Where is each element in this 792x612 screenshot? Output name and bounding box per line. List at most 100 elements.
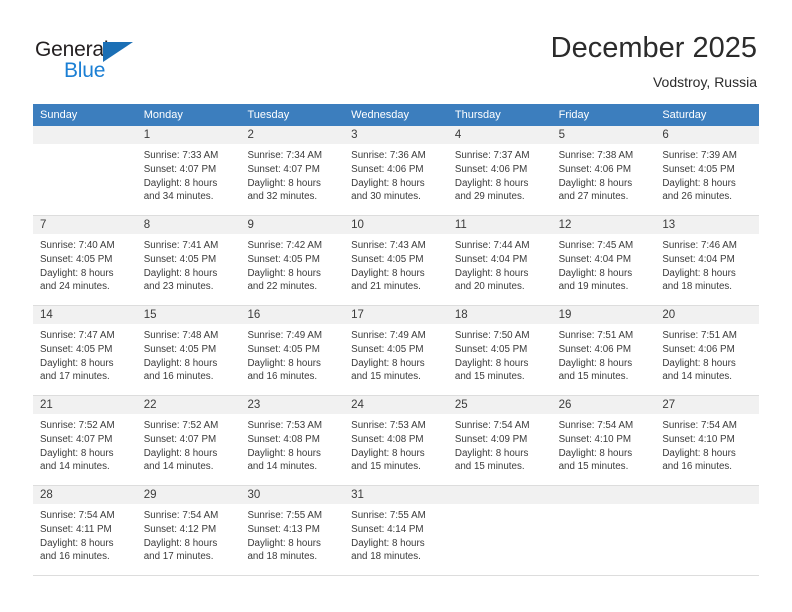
day-detail-line: Sunset: 4:06 PM xyxy=(454,163,528,175)
day-detail-line: and 19 minutes. xyxy=(558,281,629,293)
day-cell[interactable]: 5 Sunrise: 7:38 AM Sunset: 4:06 PM Daylight… xyxy=(551,126,656,215)
day-number-band: 9 xyxy=(240,216,345,234)
triangle-icon xyxy=(103,42,133,62)
day-cell[interactable]: 29 Sunrise: 7:54 AM Sunset: 4:12 PM Dayligh… xyxy=(136,486,241,575)
day-detail-line: Sunset: 4:11 PM xyxy=(40,523,112,535)
day-detail-line: Daylight: 8 hours xyxy=(351,357,425,369)
day-cell[interactable]: 6 Sunrise: 7:39 AM Sunset: 4:05 PM Daylight… xyxy=(655,126,760,215)
day-detail-line: Daylight: 8 hours xyxy=(558,357,633,369)
day-detail-line: Sunrise: 7:38 AM xyxy=(558,150,634,161)
day-cell[interactable]: 28 Sunrise: 7:54 AM Sunset: 4:11 PM Dayligh… xyxy=(33,486,137,575)
day-cell[interactable]: 1 Sunrise: 7:33 AM Sunset: 4:07 PM Daylight… xyxy=(136,126,241,215)
day-cell[interactable]: 13 Sunrise: 7:46 AM Sunset: 4:04 PM Dayligh… xyxy=(655,216,760,305)
day-cell[interactable]: 16 Sunrise: 7:49 AM Sunset: 4:05 PM Dayligh… xyxy=(240,306,345,395)
day-detail-line: Daylight: 8 hours xyxy=(247,447,321,459)
day-cell[interactable]: 12 Sunrise: 7:45 AM Sunset: 4:04 PM Dayligh… xyxy=(551,216,656,305)
day-number-band: 27 xyxy=(655,396,760,414)
day-cell[interactable]: 23 Sunrise: 7:53 AM Sunset: 4:08 PM Dayligh… xyxy=(240,396,345,485)
day-detail-line: Sunrise: 7:45 AM xyxy=(558,240,634,251)
day-detail-line: Daylight: 8 hours xyxy=(143,447,218,459)
day-detail-line: and 30 minutes. xyxy=(351,191,421,203)
day-detail-line: and 14 minutes. xyxy=(40,461,110,473)
day-number-band: 25 xyxy=(447,396,552,414)
day-details: Sunrise: 7:54 AM Sunset: 4:10 PM Daylight:… xyxy=(655,414,759,474)
day-details xyxy=(655,504,759,509)
day-details: Sunrise: 7:50 AM Sunset: 4:05 PM Daylight:… xyxy=(448,324,552,384)
day-cell[interactable]: 20 Sunrise: 7:51 AM Sunset: 4:06 PM Dayligh… xyxy=(655,306,760,395)
day-number: 30 xyxy=(247,489,261,501)
day-detail-line: Sunrise: 7:44 AM xyxy=(454,240,530,251)
day-cell[interactable]: 14 Sunrise: 7:47 AM Sunset: 4:05 PM Dayligh… xyxy=(33,306,137,395)
day-cell[interactable]: 21 Sunrise: 7:52 AM Sunset: 4:07 PM Dayligh… xyxy=(33,396,137,485)
day-cell[interactable]: 9 Sunrise: 7:42 AM Sunset: 4:05 PM Daylight… xyxy=(240,216,345,305)
day-cell[interactable]: 7 Sunrise: 7:40 AM Sunset: 4:05 PM Daylight… xyxy=(33,216,137,305)
day-cell[interactable]: 26 Sunrise: 7:54 AM Sunset: 4:10 PM Dayligh… xyxy=(551,396,656,485)
day-number: 6 xyxy=(662,129,669,141)
day-number-band: 22 xyxy=(136,396,241,414)
day-detail-line: Daylight: 8 hours xyxy=(40,267,114,279)
day-detail-line: and 18 minutes. xyxy=(662,281,733,293)
day-detail-line: Sunset: 4:14 PM xyxy=(351,523,424,535)
day-detail-line: Sunset: 4:07 PM xyxy=(247,163,320,175)
calendar-week-row: 21 Sunrise: 7:52 AM Sunset: 4:07 PM Dayligh… xyxy=(33,396,760,486)
day-detail-line: Sunset: 4:08 PM xyxy=(247,433,320,445)
day-number-band: 16 xyxy=(240,306,345,324)
day-cell[interactable]: 24 Sunrise: 7:53 AM Sunset: 4:08 PM Dayligh… xyxy=(344,396,448,485)
day-detail-line: Sunrise: 7:52 AM xyxy=(143,420,219,431)
day-detail-line: Sunrise: 7:54 AM xyxy=(40,510,115,521)
day-number: 26 xyxy=(558,399,572,411)
day-number-band: 29 xyxy=(136,486,241,504)
day-detail-line: and 14 minutes. xyxy=(143,461,214,473)
day-detail-line: and 22 minutes. xyxy=(247,281,318,293)
generalblue-logo[interactable]: General Blue xyxy=(35,38,165,86)
day-details: Sunrise: 7:40 AM Sunset: 4:05 PM Daylight:… xyxy=(33,234,137,294)
day-number: 31 xyxy=(351,489,364,501)
calendar-grid: Sunday Monday Tuesday Wednesday Thursday Frid… xyxy=(33,104,760,576)
day-cell[interactable]: 15 Sunrise: 7:48 AM Sunset: 4:05 PM Dayligh… xyxy=(136,306,241,395)
day-cell[interactable]: 22 Sunrise: 7:52 AM Sunset: 4:07 PM Dayligh… xyxy=(136,396,241,485)
day-cell[interactable]: 10 Sunrise: 7:43 AM Sunset: 4:05 PM Dayligh… xyxy=(344,216,448,305)
day-number-band: 8 xyxy=(136,216,241,234)
day-number: 25 xyxy=(454,399,468,411)
day-details: Sunrise: 7:52 AM Sunset: 4:07 PM Daylight:… xyxy=(33,414,137,474)
day-cell[interactable]: 19 Sunrise: 7:51 AM Sunset: 4:06 PM Dayligh… xyxy=(551,306,656,395)
day-number: 27 xyxy=(662,399,676,411)
day-detail-line: and 16 minutes. xyxy=(143,371,214,383)
day-details: Sunrise: 7:44 AM Sunset: 4:04 PM Daylight:… xyxy=(448,234,552,294)
day-number: 11 xyxy=(454,219,467,231)
day-detail-line: Sunrise: 7:52 AM xyxy=(40,420,115,431)
day-number-band: 1 xyxy=(136,126,241,144)
day-detail-line: Sunset: 4:05 PM xyxy=(143,343,217,355)
day-details: Sunrise: 7:39 AM Sunset: 4:05 PM Daylight:… xyxy=(655,144,759,204)
day-detail-line: Daylight: 8 hours xyxy=(351,267,425,279)
day-details: Sunrise: 7:54 AM Sunset: 4:12 PM Daylight:… xyxy=(137,504,241,564)
day-cell[interactable]: 3 Sunrise: 7:36 AM Sunset: 4:06 PM Daylight… xyxy=(344,126,448,215)
calendar-week-row: 1 Sunrise: 7:33 AM Sunset: 4:07 PM Daylight… xyxy=(33,126,760,216)
day-cell[interactable]: 27 Sunrise: 7:54 AM Sunset: 4:10 PM Dayligh… xyxy=(655,396,760,485)
day-details: Sunrise: 7:49 AM Sunset: 4:05 PM Daylight:… xyxy=(344,324,448,384)
day-number: 13 xyxy=(662,219,676,231)
day-cell[interactable]: 30 Sunrise: 7:55 AM Sunset: 4:13 PM Dayligh… xyxy=(240,486,345,575)
day-detail-line: Daylight: 8 hours xyxy=(351,537,425,549)
day-cell[interactable]: 11 Sunrise: 7:44 AM Sunset: 4:04 PM Dayligh… xyxy=(447,216,552,305)
day-number-band: 3 xyxy=(344,126,448,144)
day-details: Sunrise: 7:54 AM Sunset: 4:10 PM Daylight:… xyxy=(552,414,656,474)
day-cell[interactable]: 18 Sunrise: 7:50 AM Sunset: 4:05 PM Dayligh… xyxy=(447,306,552,395)
day-cell[interactable]: 2 Sunrise: 7:34 AM Sunset: 4:07 PM Daylight… xyxy=(240,126,345,215)
day-detail-line: Sunrise: 7:51 AM xyxy=(558,330,634,341)
calendar-page: General Blue December 2025 Vodstroy, Rus… xyxy=(0,0,792,612)
day-cell[interactable]: 25 Sunrise: 7:54 AM Sunset: 4:09 PM Dayligh… xyxy=(447,396,552,485)
day-cell[interactable]: 4 Sunrise: 7:37 AM Sunset: 4:06 PM Daylight… xyxy=(447,126,552,215)
day-cell[interactable]: 17 Sunrise: 7:49 AM Sunset: 4:05 PM Dayligh… xyxy=(344,306,448,395)
day-details: Sunrise: 7:52 AM Sunset: 4:07 PM Daylight:… xyxy=(137,414,241,474)
calendar-weeks: 1 Sunrise: 7:33 AM Sunset: 4:07 PM Daylight… xyxy=(33,126,760,576)
day-cell[interactable]: 8 Sunrise: 7:41 AM Sunset: 4:05 PM Daylight… xyxy=(136,216,241,305)
day-detail-line: Sunrise: 7:53 AM xyxy=(351,420,426,431)
day-details: Sunrise: 7:51 AM Sunset: 4:06 PM Daylight:… xyxy=(552,324,656,384)
day-cell[interactable]: 31 Sunrise: 7:55 AM Sunset: 4:14 PM Dayligh… xyxy=(344,486,448,575)
day-detail-line: Sunrise: 7:54 AM xyxy=(143,510,219,521)
day-detail-line: Daylight: 8 hours xyxy=(351,177,425,189)
day-detail-line: and 14 minutes. xyxy=(662,371,733,383)
day-detail-line: Daylight: 8 hours xyxy=(247,357,321,369)
day-cell-empty xyxy=(551,486,656,575)
